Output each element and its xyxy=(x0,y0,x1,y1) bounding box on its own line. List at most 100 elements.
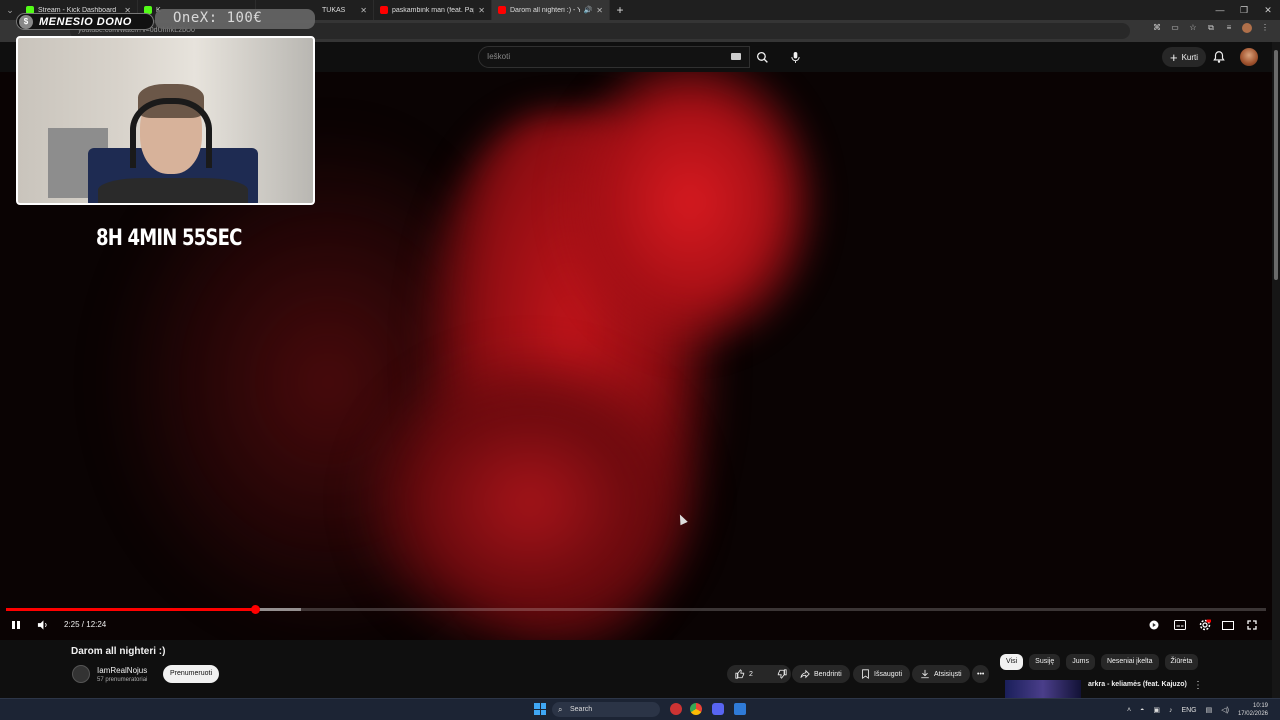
tab-title: paskambink man (feat. Papi & xyxy=(392,6,474,14)
video-frame-red-shape xyxy=(560,72,820,352)
more-icon: ••• xyxy=(977,670,985,678)
more-actions-button[interactable]: ••• xyxy=(972,665,990,683)
download-button[interactable]: Atsisiųsti xyxy=(912,665,970,683)
speaker-icon[interactable]: 🔊 xyxy=(584,6,593,14)
played-bar xyxy=(6,608,256,611)
download-icon xyxy=(921,669,929,679)
close-tab-icon[interactable]: ✕ xyxy=(596,6,603,15)
like-dislike-group: 2 xyxy=(727,665,791,683)
extension-icons: ⌘ ▭ ☆ ⧉ ≡ ⋮ xyxy=(1152,23,1270,33)
close-window-button[interactable]: ✕ xyxy=(1256,0,1280,20)
chip-watched[interactable]: Žiūrėta xyxy=(1164,654,1199,670)
chip-recently-uploaded[interactable]: Neseniai įkelta xyxy=(1100,654,1159,670)
create-button[interactable]: + Kurti xyxy=(1162,47,1207,67)
bookmark-icon xyxy=(862,669,869,679)
app-icon-red[interactable] xyxy=(670,703,682,715)
video-progress-bar[interactable] xyxy=(6,605,1266,614)
tray-app-icon[interactable]: ▣ xyxy=(1153,706,1160,714)
mic-tray-icon[interactable]: ♪ xyxy=(1169,707,1173,714)
coin-icon: $ xyxy=(19,14,33,29)
player-controls: 2:25 / 12:24 xyxy=(0,616,1272,634)
channel-avatar[interactable] xyxy=(72,665,90,683)
notifications-bell-icon[interactable] xyxy=(1212,50,1226,64)
theater-mode-button[interactable] xyxy=(1220,616,1236,634)
create-label: Kurti xyxy=(1181,52,1199,62)
browser-tab-darom[interactable]: Darom all nighteri :) - YouTu 🔊 ✕ xyxy=(492,0,610,20)
download-label: Atsisiųsti xyxy=(934,670,962,678)
browser-menu-icon[interactable]: ⋮ xyxy=(1260,23,1270,33)
stream-timer: 8H 4MIN 55SEC xyxy=(96,226,242,251)
thumbs-down-icon xyxy=(777,669,787,679)
maximize-button[interactable]: ❐ xyxy=(1232,0,1256,20)
browser-tab-paskambink[interactable]: paskambink man (feat. Papi & ✕ xyxy=(374,0,492,20)
autoplay-icon xyxy=(1149,620,1159,630)
cast-icon[interactable]: ▭ xyxy=(1170,23,1180,33)
wifi-icon[interactable]: ▤ xyxy=(1206,706,1213,714)
search-button[interactable] xyxy=(750,46,774,68)
scrollbar-thumb[interactable] xyxy=(1274,50,1278,280)
app-icon-blue[interactable] xyxy=(734,703,746,715)
taskbar-clock[interactable]: 10:19 17/02/2026 xyxy=(1238,702,1268,718)
network-icon[interactable]: ◓ xyxy=(1140,707,1144,714)
account-avatar[interactable] xyxy=(1240,48,1258,66)
time-display: 2:25 / 12:24 xyxy=(64,620,107,629)
subtitles-icon xyxy=(1174,620,1186,630)
share-icon xyxy=(800,669,810,679)
settings-button[interactable] xyxy=(1197,616,1213,634)
channel-name[interactable]: IamRealNojus xyxy=(97,666,147,675)
clock-time: 10:19 xyxy=(1252,703,1268,709)
system-tray: ˄ ◓ ▣ ♪ ENG ▤ ◁) 10:19 17/02/2026 xyxy=(1127,699,1280,720)
donation-label: MENESIO DONO xyxy=(39,15,132,28)
keyboard-icon[interactable] xyxy=(731,53,741,60)
minimize-button[interactable]: — xyxy=(1208,0,1232,20)
volume-button[interactable] xyxy=(34,616,50,634)
close-tab-icon[interactable]: ✕ xyxy=(360,6,367,15)
search-input[interactable]: Ieškoti xyxy=(478,46,750,68)
onex-donation-amount: OneX: 100€ xyxy=(155,9,315,29)
youtube-favicon-icon xyxy=(380,6,388,14)
recommendation-title[interactable]: arkra - keliamės (feat. Kajuzo) xyxy=(1088,681,1187,688)
save-label: Išsaugoti xyxy=(874,670,903,678)
bookmark-star-icon[interactable]: ☆ xyxy=(1188,23,1198,33)
tray-overflow-icon[interactable]: ˄ xyxy=(1127,707,1131,714)
dislike-button[interactable] xyxy=(769,665,795,683)
headphones-icon xyxy=(130,98,212,168)
new-tab-button[interactable]: + xyxy=(610,3,630,17)
pause-icon xyxy=(12,621,20,629)
windows-start-icon[interactable] xyxy=(534,703,546,715)
chrome-icon[interactable] xyxy=(690,703,702,715)
tab-title: Darom all nighteri :) - YouTu xyxy=(510,6,580,14)
close-tab-icon[interactable]: ✕ xyxy=(478,6,485,15)
pause-button[interactable] xyxy=(8,616,24,634)
recommendation-thumbnail[interactable] xyxy=(1005,680,1081,698)
webcam-overlay xyxy=(16,36,315,205)
taskbar-search[interactable]: ⌕ Search xyxy=(552,702,660,717)
chip-related[interactable]: Susiję xyxy=(1029,654,1061,670)
subscribe-button[interactable]: Prenumeruoti xyxy=(163,665,220,683)
fullscreen-button[interactable] xyxy=(1244,616,1260,634)
chip-for-you[interactable]: Jums xyxy=(1066,654,1095,670)
discord-icon[interactable] xyxy=(712,703,724,715)
profile-avatar[interactable] xyxy=(1242,23,1252,33)
share-label: Bendrinti xyxy=(814,670,842,678)
page-scrollbar[interactable] xyxy=(1272,42,1280,698)
save-button[interactable]: Išsaugoti xyxy=(853,665,911,683)
language-indicator[interactable]: ENG xyxy=(1181,707,1196,714)
chip-all[interactable]: Visi xyxy=(1000,654,1024,670)
recommendation-menu-icon[interactable]: ⋮ xyxy=(1193,680,1203,691)
autoplay-toggle[interactable] xyxy=(1146,616,1162,634)
window-controls: — ❐ ✕ xyxy=(1208,0,1280,20)
share-button[interactable]: Bendrinti xyxy=(792,665,850,683)
search-icon xyxy=(756,51,768,63)
subtitles-button[interactable] xyxy=(1172,616,1188,634)
webcam-person-body xyxy=(98,178,248,203)
speaker-tray-icon[interactable]: ◁) xyxy=(1221,706,1229,714)
search-icon: ⌕ xyxy=(558,705,563,714)
reading-list-icon[interactable]: ≡ xyxy=(1224,23,1234,33)
voice-search-button[interactable] xyxy=(784,46,806,68)
like-button[interactable]: 2 xyxy=(727,665,761,683)
translate-icon[interactable]: ⌘ xyxy=(1152,23,1162,33)
extensions-icon[interactable]: ⧉ xyxy=(1206,23,1216,33)
volume-icon xyxy=(37,620,47,630)
video-title: Darom all nighteri :) xyxy=(71,646,166,657)
